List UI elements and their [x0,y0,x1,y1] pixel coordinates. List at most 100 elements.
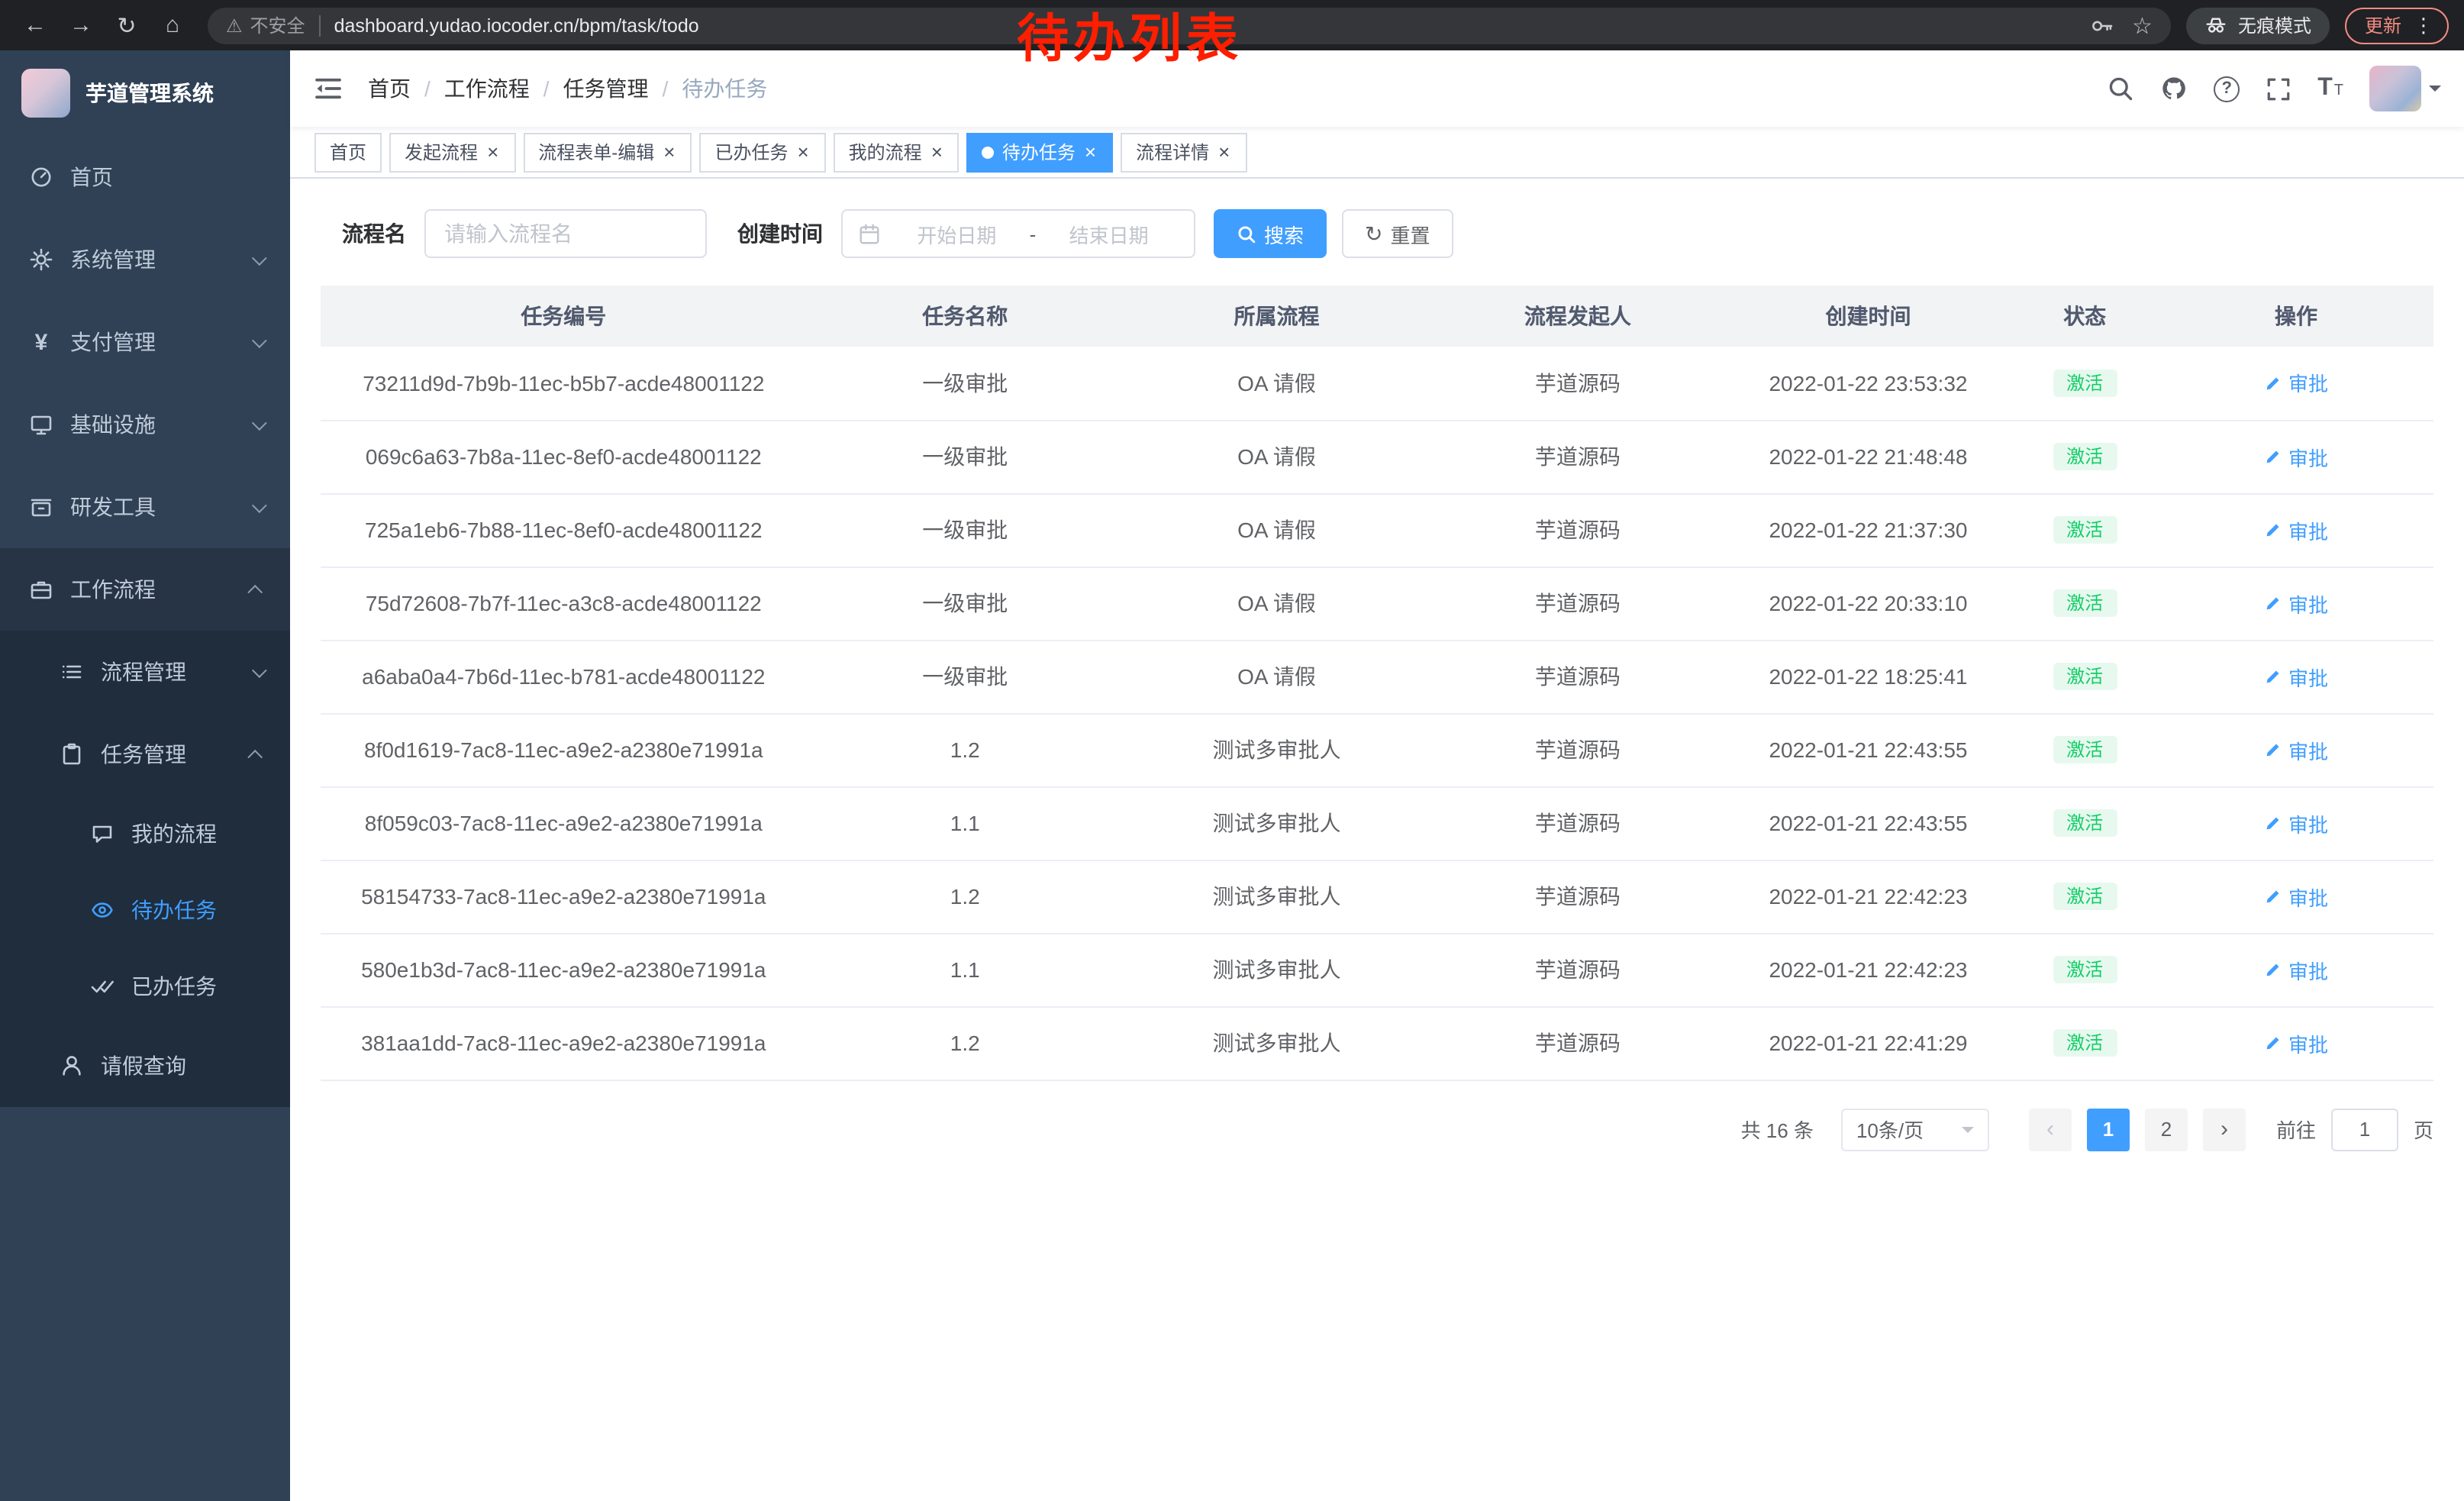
table-row: 381aa1dd-7ac8-11ec-a9e2-a2380e71991a 1.2… [321,1006,2433,1080]
approve-label: 审批 [2288,515,2328,544]
sidebar-item-devtools[interactable]: 研发工具 [0,466,290,548]
help-icon[interactable]: ? [2214,76,2240,102]
clipboard-icon [58,742,85,767]
cell-task-name: 一级审批 [807,640,1124,713]
tab-todo-tasks[interactable]: 待办任务 × [967,132,1113,172]
tab-done-tasks[interactable]: 已办任务 × [699,132,825,172]
sidebar-item-payment[interactable]: ¥ 支付管理 [0,301,290,383]
todo-task-table: 任务编号 任务名称 所属流程 流程发起人 创建时间 状态 操作 [321,286,2433,1080]
user-menu[interactable] [2369,66,2441,111]
range-separator: - [1027,222,1040,245]
sidebar-item-todo-tasks[interactable]: 待办任务 [0,872,290,948]
status-badge: 激活 [2053,663,2117,690]
sidebar-item-label: 首页 [70,162,113,192]
process-name-input[interactable] [424,209,707,258]
user-icon [58,1054,85,1078]
breadcrumb-workflow[interactable]: 工作流程 [444,73,530,104]
sidebar-item-task-mgmt[interactable]: 任务管理 [0,713,290,796]
font-size-icon[interactable]: TT [2317,76,2343,101]
sidebar-item-system[interactable]: 系统管理 [0,218,290,301]
approve-link[interactable]: 审批 [2264,955,2328,984]
next-page-button[interactable]: › [2203,1108,2246,1151]
close-icon[interactable]: × [1083,142,1098,162]
tab-my-process[interactable]: 我的流程 × [834,132,959,172]
sidebar-toggle-icon[interactable] [313,73,343,104]
app-title: 芋道管理系统 [85,78,214,108]
goto-label: 前往 [2276,1115,2316,1144]
approve-link[interactable]: 审批 [2264,735,2328,764]
approve-label: 审批 [2288,955,2328,984]
cell-process: OA 请假 [1124,493,1430,567]
chat-icon [89,822,116,846]
approve-link[interactable]: 审批 [2264,662,2328,691]
cell-status: 激活 [2011,786,2159,860]
approve-link[interactable]: 审批 [2264,369,2328,398]
reload-icon[interactable]: ↻ [107,5,147,45]
cell-process: 测试多审批人 [1124,933,1430,1006]
total-count: 共 16 条 [1741,1115,1814,1144]
breadcrumb-home[interactable]: 首页 [368,73,411,104]
sidebar-item-my-process[interactable]: 我的流程 [0,796,290,872]
sidebar-item-label: 系统管理 [70,244,156,275]
chevron-down-icon [1962,1126,1974,1138]
forward-icon[interactable]: → [61,5,101,45]
update-button[interactable]: 更新 ⋮ [2345,7,2449,44]
tab-process-detail[interactable]: 流程详情 × [1121,132,1247,172]
table-row: a6aba0a4-7b6d-11ec-b781-acde48001122 一级审… [321,640,2433,713]
approve-link[interactable]: 审批 [2264,589,2328,618]
github-icon[interactable] [2160,75,2188,102]
tab-label: 流程表单-编辑 [538,139,654,165]
home-icon[interactable]: ⌂ [153,5,192,45]
cell-actions: 审批 [2159,493,2433,567]
col-task-id: 任务编号 [321,286,807,347]
approve-link[interactable]: 审批 [2264,809,2328,838]
approve-link[interactable]: 审批 [2264,1028,2328,1057]
page-size-select[interactable]: 10条/页 [1841,1108,1989,1151]
sidebar-item-workflow[interactable]: 工作流程 [0,548,290,631]
cell-task-name: 1.1 [807,786,1124,860]
sidebar-item-leave-query[interactable]: 请假查询 [0,1025,290,1107]
cell-task-id: 069c6a63-7b8a-11ec-8ef0-acde48001122 [321,420,807,493]
table-row: 75d72608-7b7f-11ec-a3c8-acde48001122 一级审… [321,567,2433,640]
sidebar-item-process-mgmt[interactable]: 流程管理 [0,631,290,713]
tab-form-edit[interactable]: 流程表单-编辑 × [523,132,692,172]
bookmark-star-icon[interactable]: ☆ [2132,11,2153,39]
tab-home[interactable]: 首页 [314,132,382,172]
goto-page-input[interactable] [2331,1108,2398,1151]
approve-link[interactable]: 审批 [2264,882,2328,911]
breadcrumb-task-mgmt[interactable]: 任务管理 [563,73,649,104]
browser-menu-icon[interactable]: ⋮ [2414,13,2433,37]
approve-label: 审批 [2288,809,2328,838]
cell-initiator: 芋道源码 [1430,567,1726,640]
approve-link[interactable]: 审批 [2264,442,2328,471]
cell-task-id: 580e1b3d-7ac8-11ec-a9e2-a2380e71991a [321,933,807,1006]
sidebar-item-label: 已办任务 [131,971,217,1002]
cell-created-time: 2022-01-21 22:41:29 [1726,1006,2011,1080]
close-icon[interactable]: × [485,142,500,162]
back-icon[interactable]: ← [15,5,55,45]
page-button-1[interactable]: 1 [2087,1108,2130,1151]
page-button-2[interactable]: 2 [2145,1108,2188,1151]
table-row: 069c6a63-7b8a-11ec-8ef0-acde48001122 一级审… [321,420,2433,493]
date-range-picker[interactable]: 开始日期 - 结束日期 [841,209,1195,258]
sidebar-item-infra[interactable]: 基础设施 [0,383,290,466]
password-key-icon[interactable] [2089,13,2114,37]
close-icon[interactable]: × [662,142,676,162]
prev-page-button[interactable]: ‹ [2029,1108,2072,1151]
cell-actions: 审批 [2159,347,2433,420]
page-unit-label: 页 [2414,1115,2433,1144]
reset-button[interactable]: ↻ 重置 [1342,209,1453,258]
cell-created-time: 2022-01-21 22:43:55 [1726,786,2011,860]
search-button[interactable]: 搜索 [1214,209,1327,258]
close-icon[interactable]: × [930,142,944,162]
tab-start-process[interactable]: 发起流程 × [389,132,515,172]
cell-process: OA 请假 [1124,567,1430,640]
fullscreen-icon[interactable] [2266,76,2291,102]
close-icon[interactable]: × [795,142,810,162]
sidebar-item-done-tasks[interactable]: 已办任务 [0,948,290,1025]
pagination: 共 16 条 10条/页 ‹ 1 2 › 前往 页 [321,1108,2433,1151]
sidebar-item-home[interactable]: 首页 [0,136,290,218]
search-icon[interactable] [2107,75,2134,102]
approve-link[interactable]: 审批 [2264,515,2328,544]
close-icon[interactable]: × [1217,142,1231,162]
